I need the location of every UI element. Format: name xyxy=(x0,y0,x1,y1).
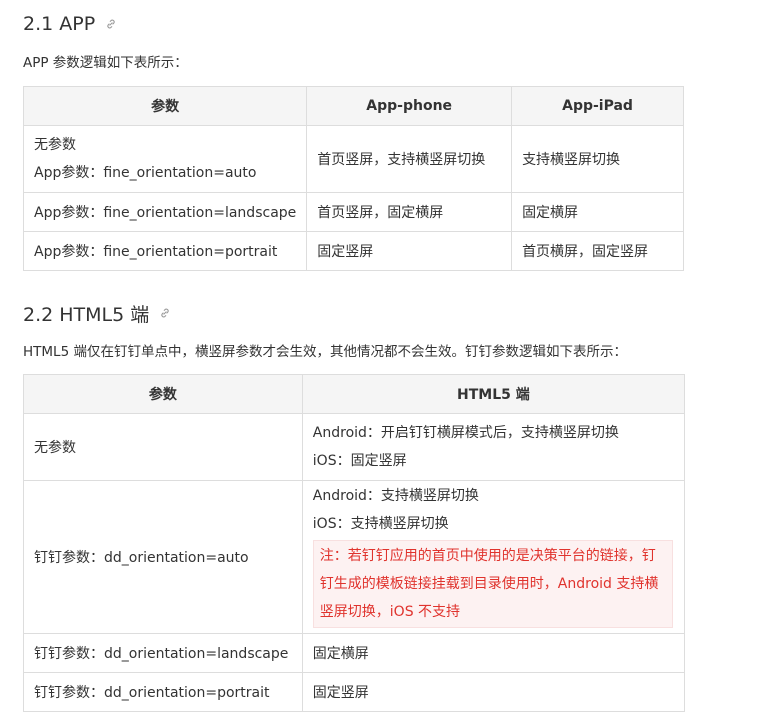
table-cell-param: App参数：fine_orientation=landscape xyxy=(22,192,308,232)
table-row: App参数：fine_orientation=portrait 固定竖屏 首页横… xyxy=(22,231,684,271)
section-intro-app: APP 参数逻辑如下表所示： xyxy=(23,55,188,71)
cell-line: 无参数 xyxy=(34,137,76,153)
html5-table: 参数 HTML5 端 无参数 Android：开启钉钉横屏模式后，支持横竖屏切换… xyxy=(23,374,686,712)
table-cell-param: 无参数 App参数：fine_orientation=auto xyxy=(22,125,308,193)
table-cell-param: App参数：fine_orientation=portrait xyxy=(22,231,308,271)
cell-line: iOS：固定竖屏 xyxy=(312,453,407,469)
table-cell-value: Android：支持横竖屏切换 iOS：支持横竖屏切换 注：若钉钉应用的首页中使… xyxy=(301,480,686,634)
table-cell-param: 钉钉参数：dd_orientation=portrait xyxy=(23,672,303,712)
section-heading-html5: 2.2 HTML5 端 xyxy=(23,300,171,326)
table-cell-ipad: 首页横屏，固定竖屏 xyxy=(511,231,684,271)
table-cell-value: Android：开启钉钉横屏模式后，支持横竖屏切换 iOS：固定竖屏 xyxy=(301,413,686,481)
column-header: App-phone xyxy=(306,86,513,126)
table-row: 无参数 App参数：fine_orientation=auto 首页竖屏，支持横… xyxy=(22,125,684,193)
table-row: 无参数 Android：开启钉钉横屏模式后，支持横竖屏切换 iOS：固定竖屏 xyxy=(23,413,686,481)
table-cell-ipad: 支持横竖屏切换 xyxy=(511,125,684,193)
app-table: 参数 App-phone App-iPad 无参数 App参数：fine_ori… xyxy=(22,86,684,271)
table-row: 钉钉参数：dd_orientation=auto Android：支持横竖屏切换… xyxy=(23,480,686,634)
table-cell-phone: 首页竖屏，支持横竖屏切换 xyxy=(306,125,513,193)
warning-note: 注：若钉钉应用的首页中使用的是决策平台的链接，钉钉生成的模板链接挂载到目录使用时… xyxy=(312,540,673,628)
cell-line: Android：支持横竖屏切换 xyxy=(312,488,479,504)
table-row: 钉钉参数：dd_orientation=landscape 固定横屏 xyxy=(23,633,686,673)
section-intro-html5: HTML5 端仅在钉钉单点中，横竖屏参数才会生效，其他情况都不会生效。钉钉参数逻… xyxy=(23,344,627,360)
table-cell-phone: 固定竖屏 xyxy=(306,231,513,271)
section-heading-app: 2.1 APP xyxy=(23,11,117,37)
link-icon[interactable] xyxy=(105,18,117,30)
table-row: 钉钉参数：dd_orientation=portrait 固定竖屏 xyxy=(23,672,686,712)
cell-line: Android：开启钉钉横屏模式后，支持横竖屏切换 xyxy=(312,425,619,441)
cell-line: iOS：支持横竖屏切换 xyxy=(312,516,449,532)
table-cell-param: 钉钉参数：dd_orientation=auto xyxy=(23,480,303,634)
table-cell-phone: 首页竖屏，固定横屏 xyxy=(306,192,513,232)
table-header-row: 参数 App-phone App-iPad xyxy=(22,86,684,126)
link-icon[interactable] xyxy=(159,307,171,319)
table-row: App参数：fine_orientation=landscape 首页竖屏，固定… xyxy=(22,192,684,232)
table-cell-param: 钉钉参数：dd_orientation=landscape xyxy=(23,633,303,673)
column-header: 参数 xyxy=(22,86,308,126)
cell-line: App参数：fine_orientation=auto xyxy=(34,165,257,181)
column-header: App-iPad xyxy=(511,86,684,126)
heading-text: 2.2 HTML5 端 xyxy=(23,303,150,326)
table-header-row: 参数 HTML5 端 xyxy=(23,374,686,414)
table-cell-value: 固定竖屏 xyxy=(301,672,686,712)
heading-text: 2.1 APP xyxy=(23,13,96,35)
table-cell-ipad: 固定横屏 xyxy=(511,192,684,232)
table-cell-value: 固定横屏 xyxy=(301,633,686,673)
table-cell-param: 无参数 xyxy=(23,413,303,481)
column-header: 参数 xyxy=(23,374,303,414)
column-header: HTML5 端 xyxy=(301,374,686,414)
